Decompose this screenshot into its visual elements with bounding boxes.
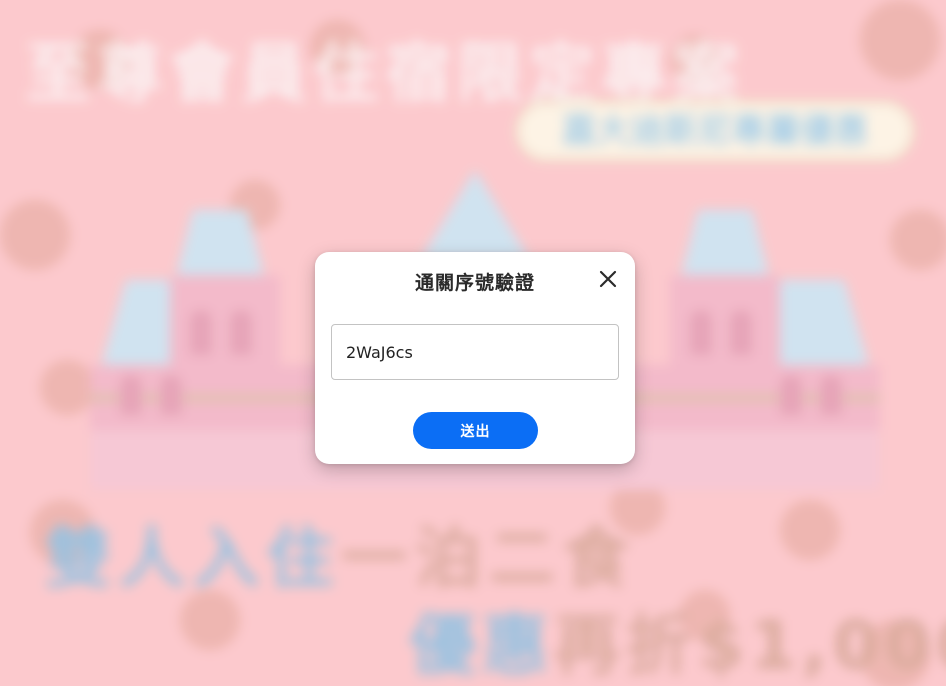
dialog-title: 通關序號驗證: [414, 272, 535, 294]
close-button[interactable]: [595, 266, 621, 292]
serial-code-input[interactable]: [331, 324, 619, 380]
close-icon: [599, 270, 617, 288]
serial-verification-dialog: 通關序號驗證 送出: [315, 252, 635, 464]
submit-button[interactable]: 送出: [413, 412, 538, 449]
